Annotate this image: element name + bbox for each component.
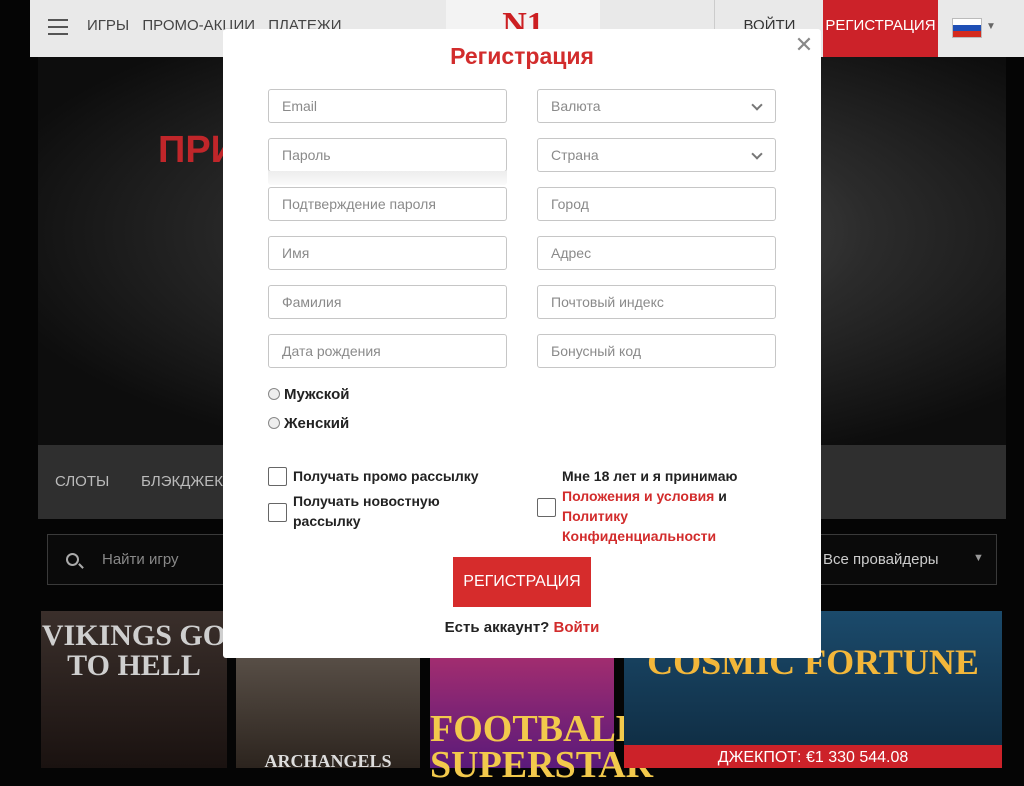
news-label-line1: Получать новостную: [293, 493, 440, 509]
chevron-down-icon: ▼: [986, 21, 996, 32]
jackpot-banner: ДЖЕКПОТ: €1 330 544.08: [624, 745, 1002, 768]
chevron-down-icon: ▼: [973, 552, 984, 564]
category-slots[interactable]: СЛОТЫ: [55, 473, 109, 490]
privacy-link-line2[interactable]: Конфиденциальности: [562, 526, 762, 546]
terms-label: Мне 18 лет и я принимаю Положения и усло…: [562, 466, 762, 546]
have-account-text: Есть аккаунт?: [444, 619, 550, 636]
email-field[interactable]: Email: [268, 89, 507, 123]
news-label: Получать новостную рассылку: [293, 491, 440, 531]
first-name-field[interactable]: Имя: [268, 236, 507, 270]
register-submit-button[interactable]: РЕГИСТРАЦИЯ: [453, 557, 591, 607]
menu-icon[interactable]: [48, 19, 68, 35]
bonus-code-field[interactable]: Бонусный код: [537, 334, 776, 368]
radio-button[interactable]: [268, 417, 280, 429]
password-field[interactable]: Пароль: [268, 138, 507, 172]
privacy-link-line1[interactable]: Политику: [562, 506, 762, 526]
gender-female-label: Женский: [284, 415, 350, 432]
terms-link[interactable]: Положения и условия: [562, 488, 714, 504]
game-title: ARCHANGELS: [264, 751, 392, 771]
terms-prefix: Мне 18 лет и я принимаю: [562, 468, 738, 484]
search-placeholder: Найти игру: [102, 551, 179, 568]
game-title: VIKINGS GO TO HELL: [41, 619, 227, 682]
birthdate-field[interactable]: Дата рождения: [268, 334, 507, 368]
game-tile[interactable]: VIKINGS GO TO HELL: [41, 611, 227, 768]
news-label-line2: рассылку: [293, 513, 361, 529]
city-field[interactable]: Город: [537, 187, 776, 221]
radio-button[interactable]: [268, 388, 280, 400]
country-select[interactable]: Страна: [537, 138, 776, 172]
category-blackjack[interactable]: БЛЭКДЖЕК: [141, 473, 223, 490]
terms-checkbox[interactable]: [537, 498, 556, 517]
currency-select[interactable]: Валюта: [537, 89, 776, 123]
language-selector[interactable]: ▼: [952, 18, 998, 38]
gender-male-label: Мужской: [284, 386, 350, 403]
registration-modal: ✕ Регистрация Email Пароль Подтверждение…: [223, 29, 821, 658]
password-strength-bar: [268, 171, 507, 185]
password-confirm-field[interactable]: Подтверждение пароля: [268, 187, 507, 221]
login-link[interactable]: Войти: [554, 619, 600, 636]
have-account-row: Есть аккаунт? Войти: [223, 619, 821, 636]
nav-games[interactable]: ИГРЫ: [87, 17, 129, 34]
game-title: FOOTBALL SUPERSTAR: [430, 708, 654, 786]
providers-select[interactable]: Все провайдеры: [823, 551, 939, 568]
terms-and: и: [718, 488, 727, 504]
modal-title: Регистрация: [450, 43, 594, 69]
address-field[interactable]: Адрес: [537, 236, 776, 270]
promo-checkbox[interactable]: [268, 467, 287, 486]
promo-label: Получать промо рассылку: [293, 468, 479, 484]
search-icon: [66, 553, 79, 566]
news-checkbox[interactable]: [268, 503, 287, 522]
russia-flag-icon: [952, 18, 982, 38]
last-name-field[interactable]: Фамилия: [268, 285, 507, 319]
postal-code-field[interactable]: Почтовый индекс: [537, 285, 776, 319]
register-button-top[interactable]: РЕГИСТРАЦИЯ: [823, 0, 938, 57]
